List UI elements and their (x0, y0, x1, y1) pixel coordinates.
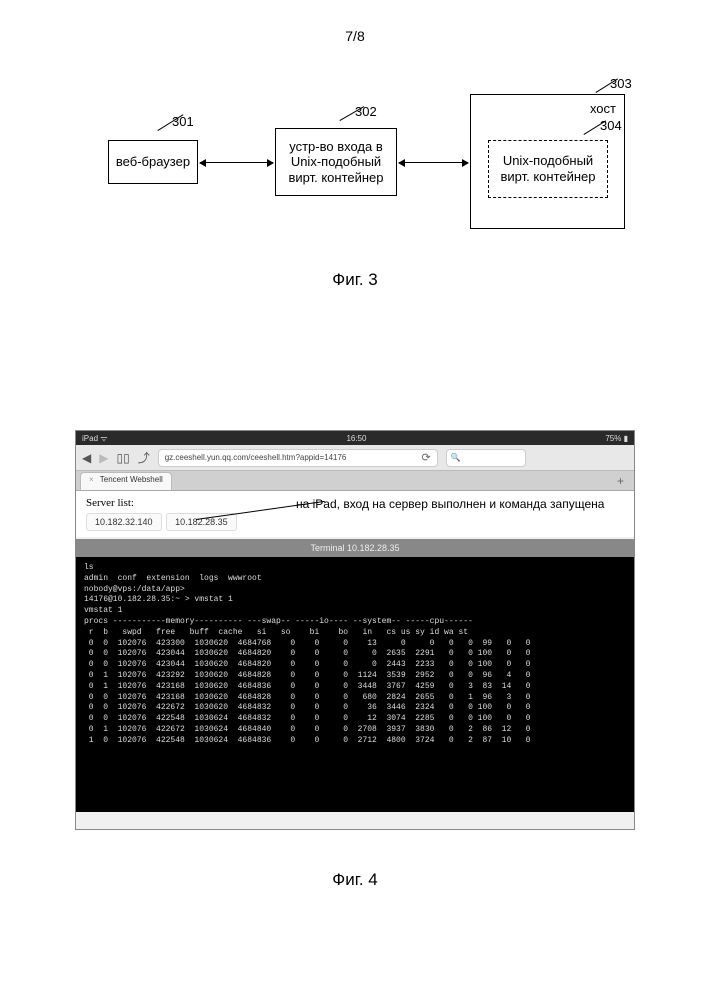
refresh-icon[interactable]: ⟳ (421, 451, 430, 464)
back-button[interactable]: ◀ (82, 451, 91, 465)
box-web-browser: веб-браузер (108, 140, 198, 184)
label-303: 303 (610, 76, 632, 91)
figure-4-caption: Фиг. 4 (332, 870, 377, 890)
status-left: iPad ᯤ (82, 433, 108, 444)
annotation-text: на iPad, вход на сервер выполнен и коман… (296, 497, 616, 513)
terminal-output: ls admin conf extension logs wwwroot nob… (76, 557, 634, 812)
status-bar: iPad ᯤ 16:50 75% ▮ (76, 431, 634, 445)
tab-title: Tencent Webshell (100, 475, 163, 484)
figure-3-caption: Фиг. 3 (332, 270, 377, 290)
new-tab-button[interactable]: + (611, 474, 630, 488)
close-icon[interactable]: × (89, 475, 94, 484)
search-field[interactable]: 🔍 (446, 449, 526, 467)
box-login-device: устр-во входа в Unix-подобный вирт. конт… (275, 128, 397, 196)
ipad-screenshot: iPad ᯤ 16:50 75% ▮ ◀ ▶ ▯▯ ⤴ gz.ceeshell.… (75, 430, 635, 830)
box-302-text: устр-во входа в Unix-подобный вирт. конт… (280, 139, 392, 186)
status-time: 16:50 (346, 434, 366, 443)
share-icon[interactable]: ⤴ (138, 449, 150, 466)
url-bar[interactable]: gz.ceeshell.yun.qq.com/ceeshell.htm?appi… (158, 449, 438, 467)
page-number: 7/8 (345, 28, 364, 44)
tab-webshell[interactable]: × Tencent Webshell (80, 472, 172, 490)
page-content: Server list: 10.182.32.140 10.182.28.35 … (76, 491, 634, 537)
search-icon: 🔍 (451, 453, 461, 462)
label-301: 301 (172, 114, 194, 129)
box-301-text: веб-браузер (116, 154, 190, 170)
label-302: 302 (355, 104, 377, 119)
ip-chip-1[interactable]: 10.182.32.140 (86, 513, 162, 531)
box-303-text: хост (590, 101, 616, 117)
url-text: gz.ceeshell.yun.qq.com/ceeshell.htm?appi… (165, 453, 347, 462)
bookmarks-icon[interactable]: ▯▯ (116, 451, 129, 465)
arrow-device-host (399, 162, 468, 163)
box-virt-container: Unix-подобный вирт. контейнер (488, 140, 608, 198)
status-battery: 75% ▮ (605, 434, 628, 443)
figure-3: 301 веб-браузер 302 устр-во входа в Unix… (80, 90, 630, 290)
forward-button[interactable]: ▶ (99, 451, 108, 465)
tab-bar: × Tencent Webshell + (76, 471, 634, 491)
box-304-text: Unix-подобный вирт. контейнер (493, 153, 603, 184)
browser-toolbar: ◀ ▶ ▯▯ ⤴ gz.ceeshell.yun.qq.com/ceeshell… (76, 445, 634, 471)
arrow-browser-device (200, 162, 273, 163)
terminal-header: Terminal 10.182.28.35 (76, 539, 634, 557)
